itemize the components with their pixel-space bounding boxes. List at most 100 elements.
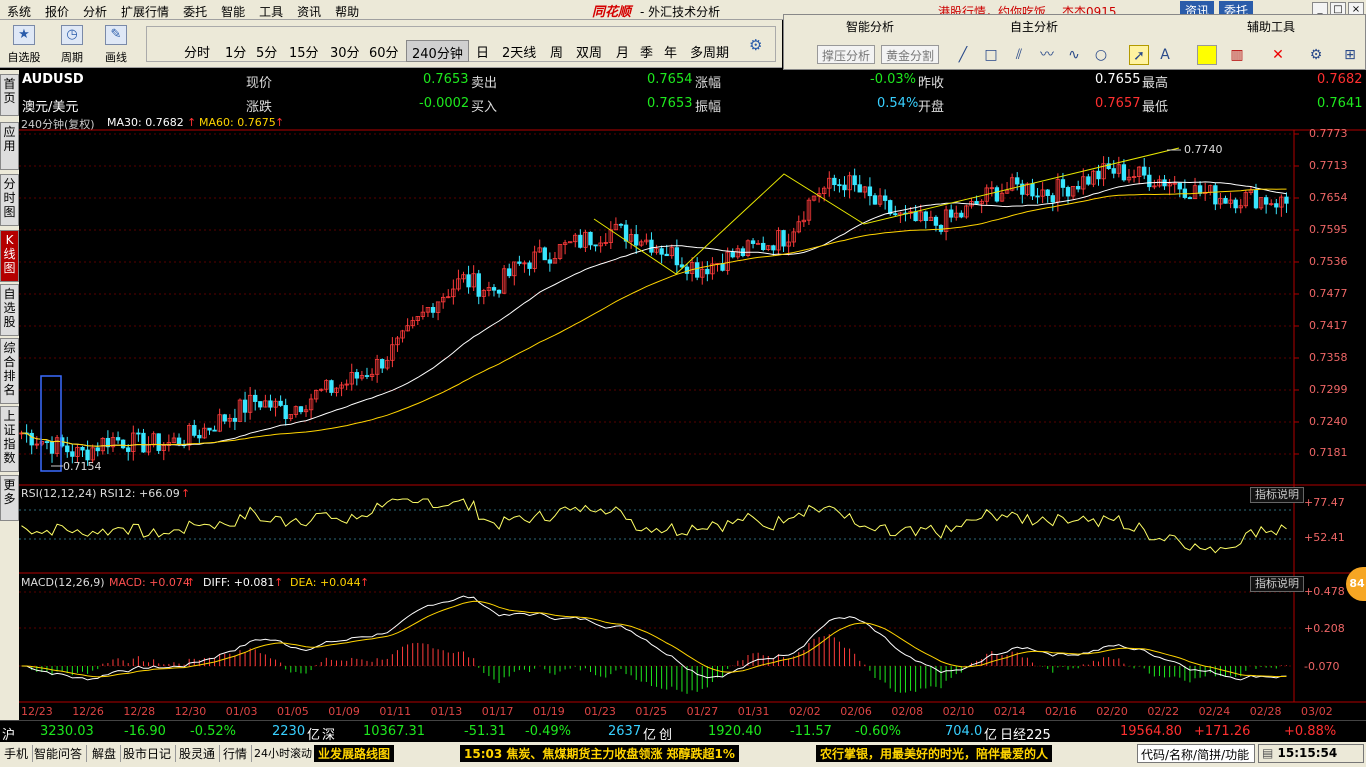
axis-price-label: 0.7773 bbox=[1309, 127, 1348, 140]
date-label: 01/31 bbox=[737, 705, 770, 718]
tab-home[interactable]: 首页 bbox=[0, 74, 19, 116]
candle-body bbox=[80, 447, 85, 451]
period-label: 周期 bbox=[61, 51, 83, 64]
watchlist-button[interactable]: ★ 自选股 bbox=[6, 23, 42, 65]
golden-section-button[interactable]: 黄金分割 bbox=[881, 45, 940, 64]
menu-news[interactable]: 资讯 bbox=[290, 0, 328, 20]
cy-label: 创 bbox=[659, 728, 673, 743]
gulingtong-link[interactable]: 股灵通 bbox=[175, 745, 221, 762]
menu-analysis[interactable]: 分析 bbox=[76, 0, 114, 20]
polyline-tool-icon[interactable]: ∿ bbox=[1064, 45, 1084, 65]
tab-kline[interactable]: K线图 bbox=[0, 230, 19, 282]
period-year[interactable]: 年 bbox=[659, 40, 682, 62]
tab-intraday[interactable]: 分时图 bbox=[0, 174, 19, 226]
axis-macd-label: -0.070 bbox=[1304, 660, 1340, 673]
menu-help[interactable]: 帮助 bbox=[328, 0, 366, 20]
news-24h-link[interactable]: 24小时滚动 bbox=[250, 745, 317, 761]
menu-smart[interactable]: 智能 bbox=[214, 0, 252, 20]
tab-sh-index[interactable]: 上证指数 bbox=[0, 406, 19, 472]
watchlist-label: 自选股 bbox=[7, 51, 41, 64]
period-240min[interactable]: 240分钟 bbox=[406, 40, 469, 62]
period-multi[interactable]: 多周期 bbox=[685, 40, 734, 62]
market-link[interactable]: 行情 bbox=[219, 745, 253, 762]
period-button[interactable]: ◷ 周期 bbox=[54, 23, 90, 65]
period-week[interactable]: 周 bbox=[545, 40, 568, 62]
smart-analysis-header: 智能分析 bbox=[846, 20, 895, 34]
date-label: 01/13 bbox=[430, 705, 463, 718]
low-annotation: 0.7154 bbox=[63, 460, 102, 473]
star-icon: ★ bbox=[13, 25, 35, 45]
delete-icon[interactable]: ✕ bbox=[1268, 45, 1288, 65]
support-analysis-button[interactable]: 撑压分析 bbox=[817, 45, 876, 64]
date-label: 01/19 bbox=[533, 705, 565, 718]
open-value: 0.7657 bbox=[1095, 96, 1141, 111]
period-2week[interactable]: 双周 bbox=[571, 40, 607, 62]
date-label: 01/11 bbox=[379, 705, 412, 718]
clock: ▤ 15:15:54 bbox=[1258, 744, 1364, 763]
candle-body bbox=[1284, 196, 1289, 204]
news-ticker-1[interactable]: 业发展路线图 bbox=[314, 745, 395, 762]
menu-system[interactable]: 系统 bbox=[0, 0, 38, 20]
period-quarter[interactable]: 季 bbox=[635, 40, 658, 62]
pen-icon: ✎ bbox=[105, 25, 127, 45]
mobile-link[interactable]: 手机 bbox=[0, 745, 34, 762]
news-ticker-3[interactable]: 农行掌银，用最美好的时光，陪伴最爱的人 bbox=[816, 745, 1053, 762]
bookmark-icon[interactable]: ▥ bbox=[1227, 45, 1247, 65]
period-60min[interactable]: 60分 bbox=[364, 40, 404, 62]
tab-more[interactable]: 更多 bbox=[0, 475, 19, 521]
candle-body bbox=[192, 425, 197, 436]
macd-indicator-help-button[interactable]: 指标说明 bbox=[1250, 576, 1304, 592]
gear-icon[interactable]: ⚙ bbox=[749, 37, 765, 53]
line-tool-icon[interactable]: ╱ bbox=[953, 45, 973, 65]
market-review-link[interactable]: 解盘 bbox=[88, 745, 122, 762]
period-2day[interactable]: 2天线 bbox=[497, 40, 541, 62]
text-tool-icon[interactable]: A bbox=[1155, 45, 1175, 65]
tab-watchlist[interactable]: 自选股 bbox=[0, 284, 19, 336]
candle-body bbox=[1274, 203, 1279, 208]
ellipse-tool-icon[interactable]: ○ bbox=[1091, 45, 1111, 65]
draw-button[interactable]: ✎ 画线 bbox=[98, 23, 134, 65]
clock-icon: ▤ bbox=[1262, 746, 1274, 760]
candle-body bbox=[867, 186, 873, 197]
menu-extended[interactable]: 扩展行情 bbox=[114, 0, 176, 20]
period-1min[interactable]: 1分 bbox=[220, 40, 251, 62]
sh-change: -16.90 bbox=[124, 724, 166, 739]
chart-area[interactable]: AUDUSD 澳元/美元 现价 0.7653 卖出 0.7654 涨幅 -0.0… bbox=[19, 70, 1366, 720]
high-value: 0.7682 bbox=[1317, 72, 1363, 87]
rect-tool-icon[interactable]: □ bbox=[981, 45, 1001, 65]
period-tick[interactable]: 分时 bbox=[179, 40, 215, 62]
cursor-icon[interactable]: ➚ bbox=[1129, 45, 1149, 65]
candle-body bbox=[85, 449, 90, 461]
candle-body bbox=[761, 242, 766, 250]
period-5min[interactable]: 5分 bbox=[251, 40, 282, 62]
axis-price-label: 0.7477 bbox=[1309, 287, 1348, 300]
parallel-tool-icon[interactable]: ⫽ bbox=[1009, 45, 1029, 65]
cy-amount: 704.0 bbox=[945, 724, 983, 739]
period-day[interactable]: 日 bbox=[471, 40, 494, 62]
code-search-input[interactable]: 代码/名称/简拼/功能 bbox=[1137, 744, 1255, 763]
expand-icon[interactable]: ⊞ bbox=[1340, 45, 1360, 65]
news-ticker-2[interactable]: 15:03 焦炭、焦煤期货主力收盘领涨 郑醇跌超1% bbox=[460, 745, 739, 762]
candle-body bbox=[893, 213, 898, 216]
candle-body bbox=[1121, 164, 1127, 181]
candle-body bbox=[207, 427, 212, 431]
wave-tool-icon[interactable]: 〰 bbox=[1037, 45, 1057, 65]
period-15min[interactable]: 15分 bbox=[284, 40, 324, 62]
color-picker-icon[interactable] bbox=[1197, 45, 1217, 65]
tab-apps[interactable]: 应用 bbox=[0, 122, 19, 170]
axis-price-label: 0.7654 bbox=[1309, 191, 1348, 204]
period-30min[interactable]: 30分 bbox=[325, 40, 365, 62]
settings-icon[interactable]: ⚙ bbox=[1306, 45, 1326, 65]
stock-diary-link[interactable]: 股市日记 bbox=[119, 745, 177, 762]
candle-body bbox=[476, 273, 481, 297]
candle-body bbox=[1015, 177, 1020, 185]
menu-quote[interactable]: 报价 bbox=[38, 0, 76, 20]
menu-tools[interactable]: 工具 bbox=[252, 0, 290, 20]
smart-qa-link[interactable]: 智能问答 bbox=[30, 745, 88, 762]
symbol-name: 澳元/美元 bbox=[22, 100, 79, 115]
tab-ranking[interactable]: 综合排名 bbox=[0, 338, 19, 404]
menu-trade[interactable]: 委托 bbox=[176, 0, 214, 20]
axis-rsi-label: +77.47 bbox=[1304, 496, 1345, 509]
rsi-indicator-help-button[interactable]: 指标说明 bbox=[1250, 487, 1304, 503]
period-month[interactable]: 月 bbox=[611, 40, 634, 62]
